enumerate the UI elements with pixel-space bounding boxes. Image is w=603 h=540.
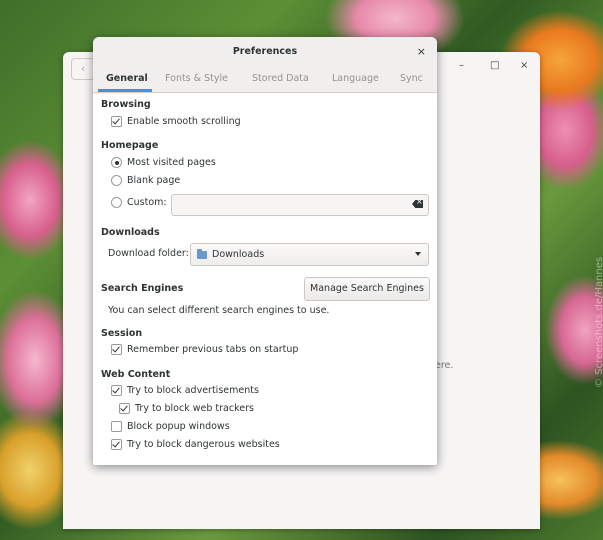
active-tab-indicator xyxy=(98,89,152,92)
block-popups-checkbox[interactable]: Block popup windows xyxy=(111,421,230,432)
checkbox-icon xyxy=(111,344,122,355)
watermark: © Screenshots.de/Hannes xyxy=(594,256,603,388)
chevron-down-icon xyxy=(415,252,421,256)
download-folder-value: Downloads xyxy=(212,249,265,260)
section-homepage: Homepage xyxy=(101,140,159,151)
section-search-engines: Search Engines xyxy=(101,283,184,294)
radio-icon xyxy=(111,157,122,168)
tab-general[interactable]: General xyxy=(106,73,148,84)
close-icon[interactable]: × xyxy=(417,45,426,58)
manage-search-engines-button[interactable]: Manage Search Engines xyxy=(304,277,430,301)
radio-label: Blank page xyxy=(127,175,181,186)
tab-fonts-style[interactable]: Fonts & Style xyxy=(165,73,228,84)
checkbox-icon xyxy=(111,116,122,127)
checkbox-icon xyxy=(111,439,122,450)
folder-icon xyxy=(197,248,207,259)
custom-homepage-input[interactable] xyxy=(171,194,429,216)
radio-label: Custom: xyxy=(127,197,167,208)
maximize-button[interactable]: □ xyxy=(490,60,499,71)
section-downloads: Downloads xyxy=(101,227,160,238)
tab-bar: General Fonts & Style Stored Data Langua… xyxy=(93,67,437,93)
checkbox-icon xyxy=(111,421,122,432)
dialog-titlebar: Preferences × xyxy=(93,37,437,67)
checkbox-icon xyxy=(111,385,122,396)
close-window-button[interactable]: × xyxy=(520,60,528,71)
checkbox-icon xyxy=(119,403,130,414)
remember-tabs-checkbox[interactable]: Remember previous tabs on startup xyxy=(111,344,298,355)
search-engines-description: You can select different search engines … xyxy=(108,305,330,316)
smooth-scrolling-checkbox[interactable]: Enable smooth scrolling xyxy=(111,116,241,127)
tab-sync[interactable]: Sync xyxy=(400,73,423,84)
general-page: Browsing Enable smooth scrolling Homepag… xyxy=(93,93,437,465)
section-web-content: Web Content xyxy=(101,369,171,380)
tab-language[interactable]: Language xyxy=(332,73,379,84)
checkbox-label: Try to block dangerous websites xyxy=(127,439,280,450)
dialog-title: Preferences xyxy=(232,46,298,57)
checkbox-label: Try to block web trackers xyxy=(135,403,254,414)
radio-icon xyxy=(111,175,122,186)
section-browsing: Browsing xyxy=(101,99,151,110)
checkbox-label: Enable smooth scrolling xyxy=(127,116,241,127)
preferences-dialog: Preferences × General Fonts & Style Stor… xyxy=(93,37,437,465)
background-partial-text: ere. xyxy=(435,360,454,371)
block-trackers-checkbox[interactable]: Try to block web trackers xyxy=(119,403,254,414)
minimize-button[interactable]: – xyxy=(459,60,464,71)
checkbox-label: Try to block advertisements xyxy=(127,385,259,396)
radio-blank-page[interactable]: Blank page xyxy=(111,175,180,186)
download-folder-combo[interactable]: Downloads xyxy=(190,243,429,266)
clear-icon[interactable] xyxy=(412,200,423,208)
section-session: Session xyxy=(101,328,143,339)
download-folder-label: Download folder: xyxy=(108,248,189,259)
radio-custom[interactable]: Custom: xyxy=(111,197,167,208)
tab-stored-data[interactable]: Stored Data xyxy=(252,73,309,84)
checkbox-label: Block popup windows xyxy=(127,421,230,432)
radio-label: Most visited pages xyxy=(127,157,216,168)
radio-most-visited[interactable]: Most visited pages xyxy=(111,157,216,168)
block-ads-checkbox[interactable]: Try to block advertisements xyxy=(111,385,259,396)
back-button[interactable]: ‹ xyxy=(71,58,95,80)
checkbox-label: Remember previous tabs on startup xyxy=(127,344,299,355)
radio-icon xyxy=(111,197,122,208)
block-dangerous-checkbox[interactable]: Try to block dangerous websites xyxy=(111,439,280,450)
